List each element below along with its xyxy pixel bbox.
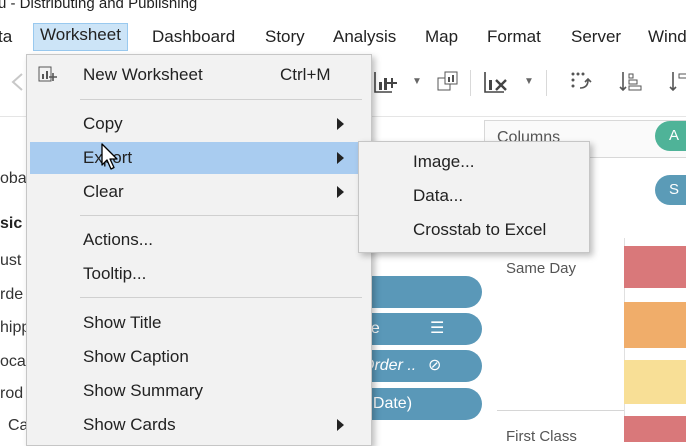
menu-item-export-crosstab[interactable]: Crosstab to Excel [362,213,586,247]
toolbar-divider [546,70,547,96]
submenu-arrow-icon [337,152,344,164]
bar-mark[interactable] [624,302,686,348]
row-header-label: Same Day [506,260,577,277]
menu-item-copy[interactable]: Copy [30,108,366,140]
duplicate-sheet-icon[interactable] [434,68,462,96]
submenu-arrow-icon [337,118,344,130]
menu-item-new-worksheet[interactable]: New Worksheet Ctrl+M [30,59,366,91]
sort-ascending-icon[interactable] [616,68,644,96]
menu-item-export[interactable]: Export [30,142,366,174]
bar-mark[interactable] [624,416,686,442]
menu-item-label: Show Cards [83,415,176,434]
row-header-label: First Class [506,428,577,445]
menu-item-shortcut: Ctrl+M [280,65,331,84]
worksheet-menu: New Worksheet Ctrl+M Copy Export Clear A… [26,54,372,446]
menu-item-label: Show Title [83,313,162,332]
toolbar-divider [470,70,471,96]
menu-worksheet[interactable]: Worksheet [33,23,128,51]
menu-data[interactable]: ta [0,26,12,50]
new-worksheet-toolbar-icon[interactable] [372,68,400,96]
menu-item-export-image[interactable]: Image... [362,145,586,179]
menu-map[interactable]: Map [425,26,458,50]
new-worksheet-icon [38,66,57,82]
menu-analysis[interactable]: Analysis [333,26,396,50]
chevron-down-icon[interactable]: ▼ [412,76,422,87]
swap-rows-columns-icon[interactable] [566,68,594,96]
menu-item-label: Show Caption [83,347,189,366]
data-pane: oba sic ust rde hipp oca rod Ca [0,117,30,442]
export-submenu: Image... Data... Crosstab to Excel [358,141,590,253]
field-item[interactable]: oca [0,353,26,371]
menu-item-actions[interactable]: Actions... [30,224,366,256]
menu-item-label: New Worksheet [83,65,203,84]
sort-descending-icon[interactable] [666,68,686,96]
menu-separator [80,297,362,298]
chevron-down-icon[interactable]: ▼ [524,76,534,87]
columns-pill[interactable]: A [655,121,686,151]
link-icon: ⊘ [428,357,442,374]
bar-mark[interactable] [624,360,686,404]
menu-item-label: Data... [413,186,464,205]
submenu-arrow-icon [337,419,344,431]
menu-item-export-data[interactable]: Data... [362,179,586,213]
menu-item-label: Image... [413,152,475,171]
menu-item-label: Tooltip... [83,264,147,283]
field-item[interactable]: ust [0,252,21,270]
menu-item-show-cards[interactable]: Show Cards [30,409,366,441]
menubar: ta Worksheet Dashboard Story Analysis Ma… [0,20,686,54]
menu-item-label: Copy [83,114,123,133]
row-divider [497,410,624,411]
data-pane-heading: sic [0,215,23,232]
menu-separator [80,99,362,100]
menu-dashboard[interactable]: Dashboard [152,26,235,50]
menu-item-label: Clear [83,182,124,201]
menu-item-show-summary[interactable]: Show Summary [30,375,366,407]
menu-item-label: Crosstab to Excel [413,220,547,239]
menu-server[interactable]: Server [571,26,621,50]
field-item[interactable]: rde [0,286,23,304]
clear-sheet-icon[interactable] [482,68,510,96]
menu-window[interactable]: Windo [648,26,686,50]
rows-pill[interactable]: S [655,175,686,205]
menu-item-label: Actions... [83,230,153,249]
submenu-arrow-icon [337,186,344,198]
menu-item-show-title[interactable]: Show Title [30,307,366,339]
menu-item-show-caption[interactable]: Show Caption [30,341,366,373]
window-titlebar: u - Distributing and Publishing [0,0,686,20]
window-title: u - Distributing and Publishing [0,0,198,12]
menu-item-label: Show Summary [83,381,203,400]
bar-mark[interactable] [624,246,686,288]
menu-item-clear[interactable]: Clear [30,176,366,208]
mouse-pointer-icon [101,143,118,170]
menu-format[interactable]: Format [487,26,541,50]
menu-separator [80,215,362,216]
data-pane-text: oba [0,170,27,187]
row-header-pane: Same Day First Class [484,238,625,445]
field-item[interactable]: rod [0,385,23,403]
menu-story[interactable]: Story [265,26,305,50]
menu-item-tooltip[interactable]: Tooltip... [30,258,366,290]
list-icon: ☰ [430,320,445,337]
